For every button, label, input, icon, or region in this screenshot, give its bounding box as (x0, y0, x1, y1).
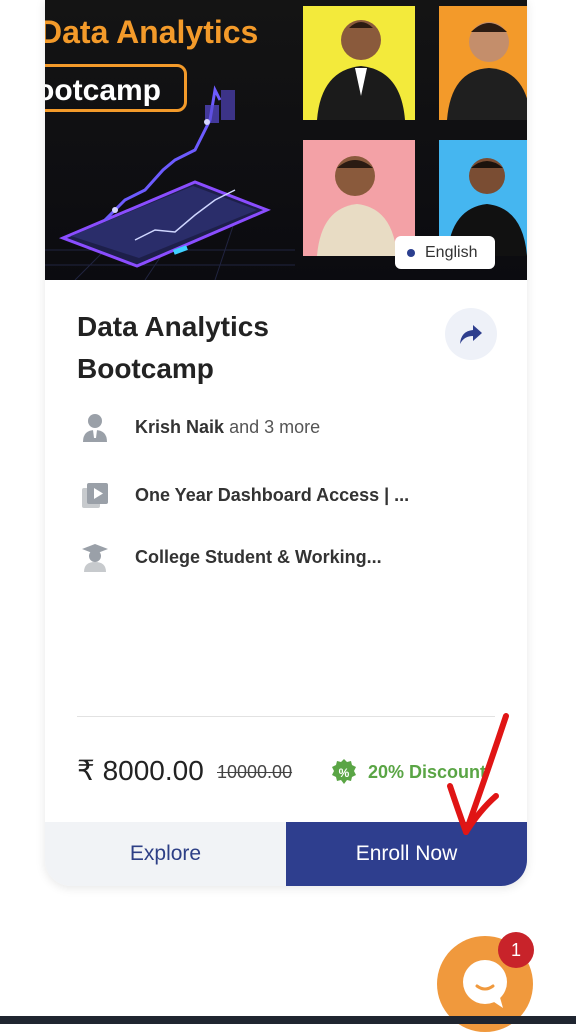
audience-row: College Student & Working... (81, 542, 382, 572)
language-badge: English (395, 236, 495, 269)
instructor-name: Krish Naik (135, 416, 225, 437)
discount-percent-icon: % (332, 759, 356, 784)
instructor-row[interactable]: Krish Naik and 3 more (81, 412, 320, 442)
banner-subtitle: ootcamp (45, 64, 187, 112)
current-price: ₹ 8000.00 (77, 755, 204, 786)
original-price: 10000.00 (217, 762, 293, 782)
course-banner-image[interactable]: Data Analytics ootcamp English (45, 0, 527, 280)
annotation-arrow-icon (447, 713, 509, 835)
access-text: One Year Dashboard Access | ... (135, 485, 409, 506)
audience-text: College Student & Working... (135, 547, 382, 568)
chat-notification-badge: 1 (498, 932, 534, 968)
instructor-photo-1 (303, 6, 415, 120)
graduate-icon (82, 544, 108, 572)
share-arrow-icon (460, 325, 482, 344)
bottom-bar (0, 1016, 576, 1024)
instructor-more: and 3 more (229, 416, 321, 437)
course-title: Data Analytics Bootcamp (77, 311, 269, 384)
video-library-icon (82, 483, 108, 508)
price-divider (77, 716, 495, 717)
language-dot-icon (407, 248, 415, 257)
instructor-photo-2 (439, 6, 527, 120)
instructor-text: Krish Naik and 3 more (135, 417, 320, 438)
language-label: English (425, 243, 478, 261)
share-button[interactable] (445, 308, 497, 360)
instructor-icon (83, 414, 107, 442)
access-row: One Year Dashboard Access | ... (81, 480, 409, 510)
access-label: One Year Dashboard Access | ... (135, 484, 410, 505)
svg-text:%: % (339, 766, 350, 780)
audience-label: College Student & Working... (135, 546, 382, 567)
explore-button[interactable]: Explore (45, 822, 286, 886)
banner-title: Data Analytics (45, 14, 259, 50)
